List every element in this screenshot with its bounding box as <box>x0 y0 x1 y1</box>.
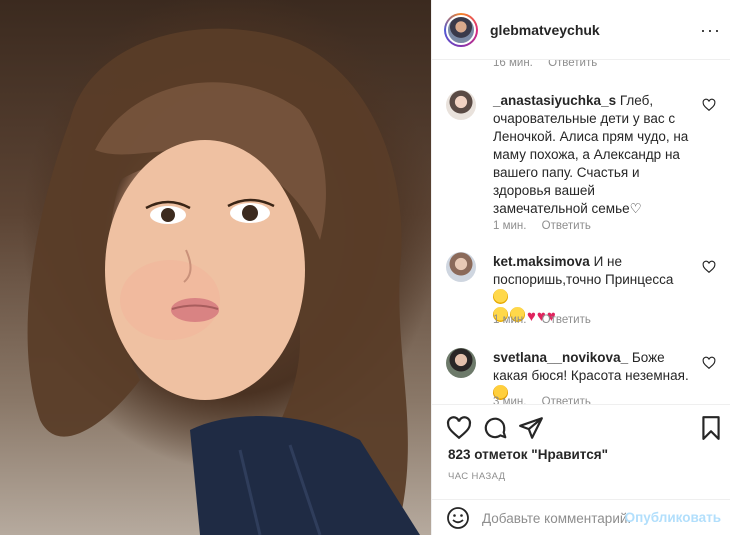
post-header: glebmatveychuk ··· <box>432 0 730 60</box>
likes-count[interactable]: 823 отметок "Нравится" <box>448 447 608 462</box>
list-item: svetlana__novikova_ Боже какая бюся! Кра… <box>446 348 724 404</box>
post-sidebar: glebmatveychuk ··· 16 мин. Ответить _ana… <box>431 0 730 535</box>
comment-meta: 1 мин. Ответить <box>493 314 603 326</box>
list-item: _anastasiyuchka_s Глеб, очаровательные д… <box>446 90 724 240</box>
commenter-avatar[interactable] <box>446 348 476 378</box>
publish-button[interactable]: Опубликовать <box>625 510 721 525</box>
commenter-avatar[interactable] <box>446 90 476 120</box>
reply-link[interactable]: Ответить <box>542 314 591 326</box>
photo-illustration <box>27 28 420 535</box>
heart-icon[interactable] <box>702 260 716 274</box>
comments-list[interactable]: 16 мин. Ответить _anastasiyuchka_s Глеб,… <box>432 60 730 404</box>
comment-time: 16 мин. <box>493 60 533 69</box>
author-username[interactable]: glebmatveychuk <box>490 22 600 38</box>
reply-link[interactable]: Ответить <box>548 60 597 69</box>
heart-icon[interactable] <box>702 98 716 112</box>
author-avatar[interactable] <box>446 14 476 45</box>
more-options-icon[interactable]: ··· <box>700 20 721 41</box>
list-item: ket.maksimova И не поспоришь,точно Принц… <box>446 252 724 332</box>
reply-link[interactable]: Ответить <box>542 396 591 404</box>
commenter-username[interactable]: svetlana__novikova_ <box>493 350 628 365</box>
share-icon[interactable] <box>518 415 544 441</box>
emoji-picker-icon[interactable] <box>446 506 470 530</box>
bookmark-icon[interactable] <box>698 415 724 441</box>
commenter-avatar[interactable] <box>446 252 476 282</box>
comment-text: Глеб, очаровательные дети у вас с Леночк… <box>493 93 689 216</box>
heart-icon[interactable] <box>702 356 716 370</box>
commenter-username[interactable]: ket.maksimova <box>493 254 590 269</box>
commenter-username[interactable]: _anastasiyuchka_s <box>493 93 616 108</box>
comment-body: _anastasiyuchka_s Глеб, очаровательные д… <box>493 92 693 218</box>
post-actions: 823 отметок "Нравится" час назад <box>432 404 730 499</box>
reply-link[interactable]: Ответить <box>542 220 591 232</box>
comment-bubble-icon[interactable] <box>482 415 508 441</box>
comment-meta: 16 мин. Ответить <box>493 60 609 69</box>
author-avatar-ring[interactable] <box>444 12 478 47</box>
comment-time: 1 мин. <box>493 314 527 326</box>
like-heart-icon[interactable] <box>446 415 472 441</box>
smiley-emoji-icon <box>493 289 508 304</box>
comment-meta: 1 мин. Ответить <box>493 220 603 232</box>
comment-time: 3 мин. <box>493 396 527 404</box>
comment-meta: 3 мин. Ответить <box>493 396 603 404</box>
comment-time: 1 мин. <box>493 220 527 232</box>
post-timestamp[interactable]: час назад <box>448 471 505 482</box>
add-comment-bar: Опубликовать <box>432 499 730 535</box>
post-photo[interactable] <box>0 0 431 535</box>
comment-input[interactable] <box>482 508 632 528</box>
comment-body: svetlana__novikova_ Боже какая бюся! Кра… <box>493 349 693 403</box>
